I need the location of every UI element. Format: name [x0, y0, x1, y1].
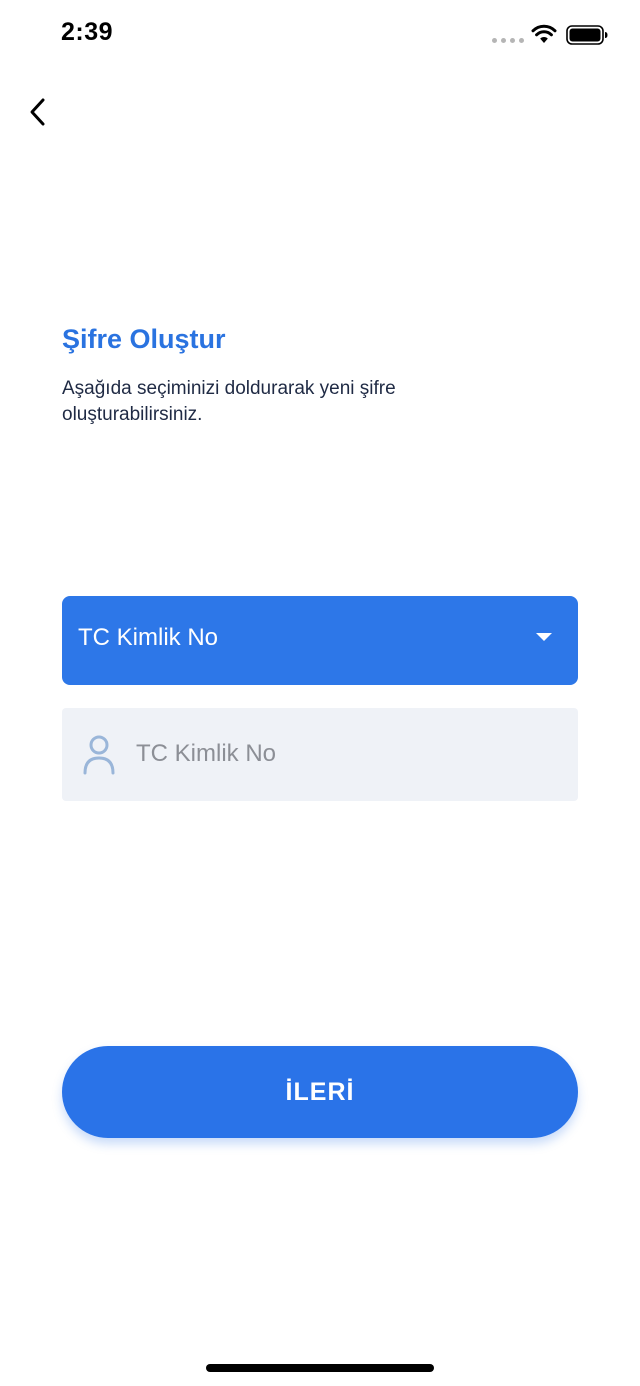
status-bar: 2:39 [0, 0, 640, 70]
chevron-left-icon [30, 98, 45, 126]
page-title: Şifre Oluştur [62, 324, 226, 354]
id-type-select[interactable]: TC Kimlik No [62, 596, 578, 685]
cellular-dots-icon [492, 38, 524, 43]
status-time: 2:39 [61, 18, 114, 46]
chevron-down-icon [536, 633, 552, 641]
user-icon [83, 735, 115, 775]
next-button[interactable]: İLERİ [62, 1046, 578, 1138]
id-number-field[interactable] [62, 708, 578, 801]
back-button[interactable] [20, 92, 56, 132]
home-indicator [206, 1364, 434, 1372]
id-number-input[interactable] [132, 726, 560, 782]
battery-icon [566, 25, 608, 45]
id-type-select-value: TC Kimlik No [78, 624, 219, 651]
page-subtitle: Aşağıda seçiminizi doldurarak yeni şifre… [62, 378, 396, 425]
wifi-icon [531, 24, 557, 43]
